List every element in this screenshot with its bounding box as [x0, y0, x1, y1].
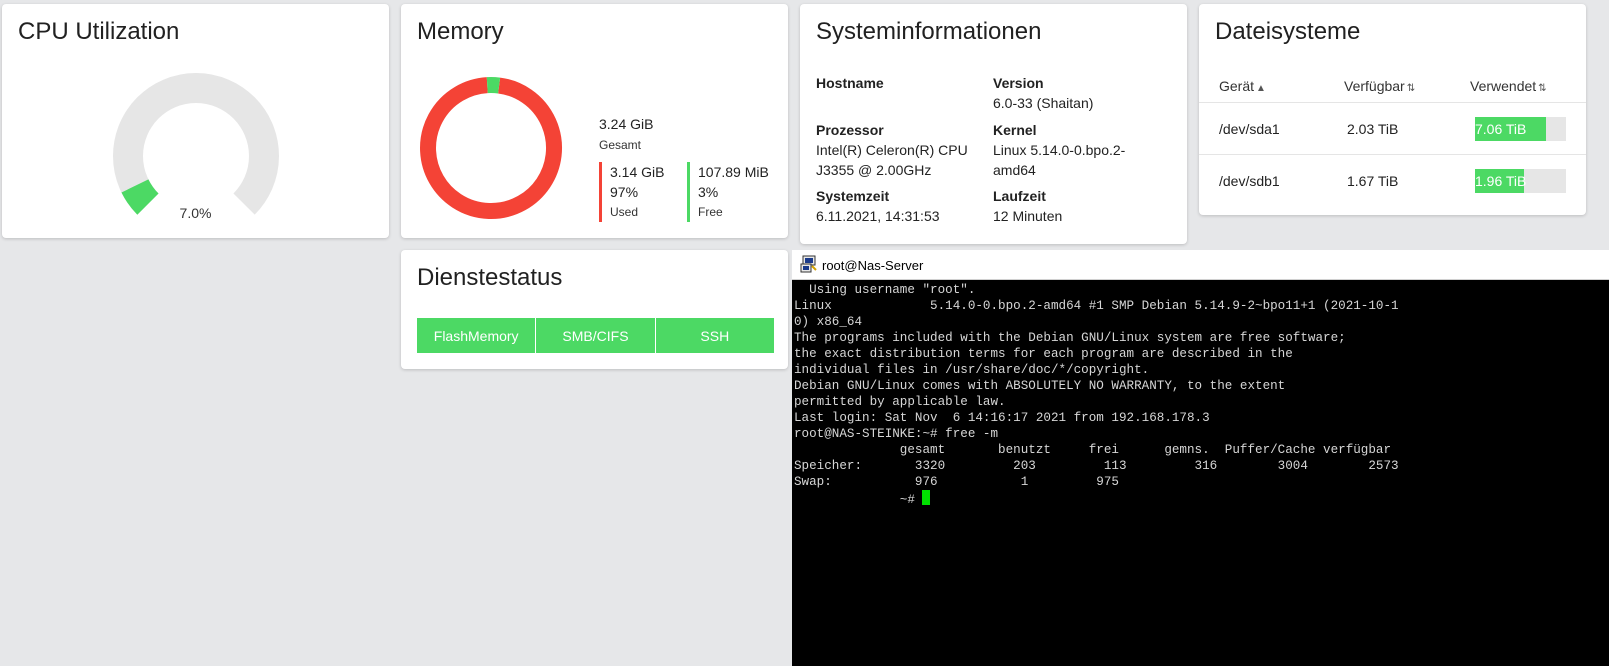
- memory-free-stat: 107.89 MiB 3% Free: [687, 162, 769, 222]
- system-info-title: Systeminformationen: [816, 18, 1042, 45]
- system-info-card: Systeminformationen Hostname Version 6.0…: [800, 4, 1187, 244]
- used-progress-bar: 7.06 TiB: [1475, 117, 1566, 141]
- hostname-label: Hostname: [816, 75, 884, 91]
- systime-label: Systemzeit: [816, 188, 890, 204]
- processor-field: Prozessor Intel(R) Celeron(R) CPU J3355 …: [816, 120, 976, 180]
- cpu-card-title: CPU Utilization: [18, 18, 180, 45]
- memory-free-label: Free: [698, 205, 723, 219]
- terminal-prompt-line[interactable]: ~#: [794, 490, 1606, 508]
- memory-used-percent: 97%: [610, 184, 639, 200]
- terminal-line: permitted by applicable law.: [794, 395, 1006, 409]
- used-cell: 7.06 TiB: [1475, 121, 1527, 137]
- column-used-label: Verwendet: [1470, 78, 1537, 94]
- terminal-line: The programs included with the Debian GN…: [794, 331, 1346, 345]
- cpu-utilization-card: CPU Utilization 7.0%: [2, 4, 389, 238]
- available-cell: 2.03 TiB: [1347, 121, 1399, 137]
- uptime-value: 12 Minuten: [993, 208, 1063, 224]
- terminal-titlebar[interactable]: root@Nas-Server: [792, 250, 1609, 280]
- memory-free-percent: 3%: [698, 184, 719, 200]
- memory-used-slice: [420, 77, 563, 219]
- service-status-row: FlashMemory SMB/CIFS SSH: [417, 318, 774, 353]
- table-row[interactable]: /dev/sda1 2.03 TiB 7.06 TiB: [1199, 102, 1586, 156]
- version-value: 6.0-33 (Shaitan): [993, 95, 1094, 111]
- memory-used-value: 3.14 GiB: [610, 164, 665, 180]
- sort-ascending-icon: ▲: [1256, 83, 1266, 94]
- terminal-window[interactable]: root@Nas-Server Using username "root". Li…: [792, 250, 1609, 666]
- service-status-title: Dienstestatus: [417, 264, 563, 291]
- sort-icon: ⇅: [1538, 83, 1547, 94]
- memory-used-label: Used: [610, 205, 639, 219]
- table-row[interactable]: /dev/sdb1 1.67 TiB 1.96 TiB: [1199, 154, 1586, 208]
- column-header-used[interactable]: Verwendet ⇅: [1470, 78, 1547, 94]
- device-cell: /dev/sdb1: [1219, 173, 1280, 189]
- available-cell: 1.67 TiB: [1347, 173, 1399, 189]
- memory-donut-chart: [420, 77, 563, 219]
- column-device-label: Gerät: [1219, 78, 1255, 94]
- memory-card-title: Memory: [417, 18, 504, 45]
- memory-free-slice: [486, 77, 501, 94]
- cpu-gauge-fill: [121, 178, 159, 215]
- filesystems-card: Dateisysteme Gerät ▲ Verfügbar ⇅ Verwendet…: [1199, 4, 1586, 215]
- terminal-line: individual files in /usr/share/doc/*/cop…: [794, 363, 1150, 377]
- cpu-value-label: 7.0%: [179, 205, 212, 221]
- terminal-cursor: [922, 490, 931, 505]
- systime-field: Systemzeit 6.11.2021, 14:31:53: [816, 186, 976, 226]
- version-label: Version: [993, 75, 1044, 91]
- terminal-line: Using username "root".: [794, 283, 976, 297]
- terminal-title: root@Nas-Server: [822, 258, 924, 273]
- column-header-available[interactable]: Verfügbar ⇅: [1344, 78, 1415, 94]
- terminal-line: 0) x86_64: [794, 315, 863, 329]
- memory-used-stat: 3.14 GiB 97% Used: [599, 162, 664, 222]
- uptime-field: Laufzeit 12 Minuten: [993, 186, 1153, 226]
- version-field: Version 6.0-33 (Shaitan): [993, 73, 1153, 113]
- terminal-line: the exact distribution terms for each pr…: [794, 347, 1293, 361]
- processor-value: Intel(R) Celeron(R) CPU J3355 @ 2.00GHz: [816, 142, 968, 178]
- terminal-output[interactable]: Using username "root". Linux 5.14.0-0.bpo…: [794, 282, 1606, 508]
- service-ssh[interactable]: SSH: [655, 318, 774, 353]
- kernel-label: Kernel: [993, 122, 1037, 138]
- service-smb-cifs[interactable]: SMB/CIFS: [536, 318, 656, 353]
- filesystems-title: Dateisysteme: [1215, 18, 1361, 45]
- column-header-device[interactable]: Gerät ▲: [1219, 78, 1266, 94]
- terminal-prompt: ~#: [794, 493, 923, 507]
- service-flashmemory[interactable]: FlashMemory: [417, 318, 537, 353]
- terminal-line: Last login: Sat Nov 6 14:16:17 2021 from…: [794, 411, 1210, 425]
- sort-icon: ⇅: [1406, 83, 1416, 94]
- device-cell: /dev/sda1: [1219, 121, 1280, 137]
- processor-label: Prozessor: [816, 122, 884, 138]
- memory-free-value: 107.89 MiB: [698, 164, 769, 180]
- service-status-card: Dienstestatus FlashMemory SMB/CIFS SSH: [401, 250, 788, 369]
- systime-value: 6.11.2021, 14:31:53: [816, 208, 940, 224]
- memory-total-value: 3.24 GiB: [599, 116, 654, 132]
- terminal-line: gesamt benutzt frei gemns. Puffer/Cache …: [794, 443, 1392, 457]
- terminal-line: root@NAS-STEINKE:~# free -m: [794, 427, 999, 441]
- memory-card: Memory 3.24 GiB Gesamt 3.14 GiB 97% Used…: [401, 4, 788, 238]
- uptime-label: Laufzeit: [993, 188, 1046, 204]
- kernel-field: Kernel Linux 5.14.0-0.bpo.2-amd64: [993, 120, 1143, 180]
- terminal-line: Debian GNU/Linux comes with ABSOLUTELY N…: [794, 379, 1286, 393]
- column-available-label: Verfügbar: [1344, 78, 1405, 94]
- terminal-line: Linux 5.14.0-0.bpo.2-amd64 #1 SMP Debian…: [794, 299, 1399, 313]
- putty-icon: [800, 255, 817, 273]
- memory-total-label: Gesamt: [599, 138, 642, 152]
- kernel-value: Linux 5.14.0-0.bpo.2-amd64: [993, 142, 1126, 178]
- terminal-line: Swap: 976 1 975: [794, 475, 1119, 489]
- used-progress-bar: 1.96 TiB: [1475, 169, 1566, 193]
- terminal-line: Speicher: 3320 203 113 316 3004 2573: [794, 459, 1399, 473]
- used-cell: 1.96 TiB: [1475, 173, 1527, 189]
- hostname-field: Hostname: [816, 73, 976, 93]
